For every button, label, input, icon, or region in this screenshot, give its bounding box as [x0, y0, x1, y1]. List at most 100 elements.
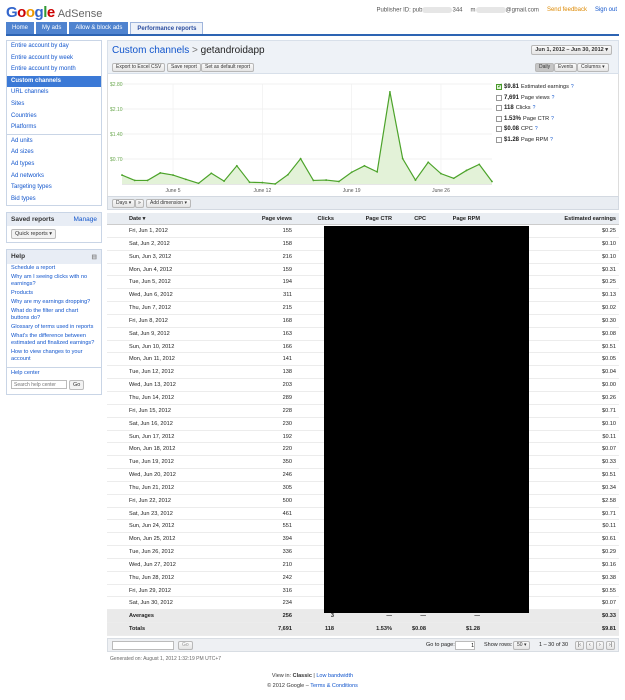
row-date: Tue, Jun 19, 2012 [129, 459, 174, 466]
legend-checkbox[interactable] [496, 126, 502, 133]
sidebar-item-ad-networks[interactable]: Ad networks [7, 171, 101, 183]
daily-button[interactable]: Daily [535, 63, 555, 72]
sidebar-item-bid-types[interactable]: Bid types [7, 194, 101, 206]
days-dropdown[interactable]: Days ▾ [112, 199, 136, 208]
export-csv-button[interactable]: Export to Excel CSV [112, 63, 166, 72]
sidebar-item-ad-units[interactable]: Ad units [7, 136, 101, 148]
rows-per-page-select[interactable]: 50 ▾ [513, 641, 531, 650]
set-default-report-button[interactable]: Set as default report [201, 63, 255, 72]
help-search-input[interactable] [11, 380, 67, 390]
legend-checkbox[interactable] [496, 94, 502, 101]
sidebar-item-entire-account-by-week[interactable]: Entire account by week [7, 53, 101, 65]
sidebar-item-ad-types[interactable]: Ad types [7, 159, 101, 171]
legend-checkbox[interactable] [496, 115, 502, 122]
filter-input[interactable] [112, 641, 174, 650]
earnings-chart[interactable]: $2.80 $2.10 $1.40 $0.70 June 5 June 12 June 19… [108, 74, 496, 196]
row-page-views: 163 [282, 330, 292, 337]
help-title: Help [11, 253, 26, 261]
sidebar-item-sites[interactable]: Sites [7, 99, 101, 111]
tab-performance-reports[interactable]: Performance reports [130, 22, 204, 34]
help-link[interactable]: Products [7, 289, 101, 298]
data-point [223, 180, 225, 183]
google-adsense-logo[interactable]: Google AdSense [6, 4, 102, 21]
tab-my-ads[interactable]: My ads [36, 22, 68, 34]
legend-item[interactable]: 7,691 Page views? [496, 93, 616, 104]
add-dimension-dropdown[interactable]: Add dimension ▾ [146, 199, 191, 208]
quick-reports-button[interactable]: Quick reports ▾ [11, 229, 56, 240]
next-page-icon[interactable]: › [596, 641, 604, 650]
publisher-id: Publisher ID: pub 344 [376, 7, 463, 14]
row-date: Thu, Jun 7, 2012 [129, 305, 171, 312]
sidebar-item-entire-account-by-month[interactable]: Entire account by month [7, 64, 101, 76]
help-icon[interactable]: ? [571, 84, 574, 90]
col-earnings-header[interactable]: Estimated earnings [483, 213, 619, 224]
row-page-views: 194 [282, 279, 292, 286]
help-link[interactable]: Glossary of terms used in reports [7, 323, 101, 332]
help-search-go-button[interactable]: Go [69, 380, 85, 391]
goto-page-input[interactable] [455, 641, 475, 650]
columns-button[interactable]: Columns ▾ [577, 63, 609, 72]
sidebar-item-url-channels[interactable]: URL channels [7, 87, 101, 99]
legend-label: Page views [521, 94, 550, 101]
col-date-header[interactable]: Date ▾ [107, 213, 207, 224]
legend-item[interactable]: $1.28 Page RPM? [496, 135, 616, 146]
sidebar-item-ad-sizes[interactable]: Ad sizes [7, 147, 101, 159]
legend-item[interactable]: $0.08 CPC? [496, 124, 616, 135]
sidebar-item-targeting-types[interactable]: Targeting types [7, 182, 101, 194]
legend-item[interactable]: $9.81Estimated earnings? [496, 82, 616, 93]
help-link[interactable]: How to view changes to your account [7, 348, 101, 364]
data-point [274, 183, 277, 185]
events-button[interactable]: Events [554, 63, 578, 72]
help-icon[interactable]: ? [552, 95, 555, 101]
col-clicks-header[interactable]: Clicks [295, 213, 337, 224]
send-feedback-link[interactable]: Send feedback [547, 7, 587, 13]
row-page-views: 551 [282, 523, 292, 530]
help-link[interactable]: What's the difference between estimated … [7, 332, 101, 348]
tab-allow-block-ads[interactable]: Allow & block ads [69, 22, 129, 34]
collapse-icon[interactable]: ⊟ [92, 253, 97, 261]
breadcrumb-custom-channels[interactable]: Custom channels [112, 45, 189, 56]
help-link[interactable]: Why am I seeing clicks with no earnings? [7, 273, 101, 289]
legend-checkbox[interactable] [496, 82, 503, 91]
help-link[interactable]: Why are my earnings dropping? [7, 298, 101, 307]
sidebar-item-entire-account-by-day[interactable]: Entire account by day [7, 41, 101, 53]
terms-link[interactable]: Terms & Conditions [310, 683, 358, 689]
redacted-text [475, 7, 506, 13]
sidebar-item-countries[interactable]: Countries [7, 111, 101, 123]
help-icon[interactable]: ? [535, 126, 538, 132]
col-cpc-header[interactable]: CPC [395, 213, 429, 224]
save-report-button[interactable]: Save report [167, 63, 201, 72]
row-date: Mon, Jun 18, 2012 [129, 446, 176, 453]
help-icon[interactable]: ? [551, 116, 554, 122]
legend-checkbox[interactable] [496, 105, 502, 112]
sign-out-link[interactable]: Sign out [595, 7, 617, 13]
col-ctr-header[interactable]: Page CTR [337, 213, 395, 224]
low-bandwidth-link[interactable]: Low bandwidth [316, 673, 353, 679]
row-date: Sun, Jun 3, 2012 [129, 253, 172, 260]
expand-icon[interactable]: » [135, 199, 144, 208]
legend-item[interactable]: 1.53% Page CTR? [496, 114, 616, 125]
help-icon[interactable]: ? [550, 137, 553, 143]
copyright: © 2012 Google – [267, 683, 309, 689]
help-center-link[interactable]: Help center [7, 369, 101, 378]
col-page-views-header[interactable]: Page views [207, 213, 295, 224]
first-page-icon[interactable]: |‹ [575, 641, 584, 650]
sidebar-item-platforms[interactable]: Platforms [7, 122, 101, 134]
col-rpm-header[interactable]: Page RPM [429, 213, 483, 224]
row-page-views: 234 [282, 600, 292, 607]
prev-page-icon[interactable]: ‹ [586, 641, 594, 650]
manage-link[interactable]: Manage [74, 216, 98, 223]
date-range-picker[interactable]: Jun 1, 2012 – Jun 30, 2012 ▾ [531, 45, 612, 55]
help-link[interactable]: What do the filter and chart buttons do? [7, 307, 101, 323]
legend-checkbox[interactable] [496, 136, 502, 143]
tab-home[interactable]: Home [6, 22, 35, 34]
filter-go-button[interactable]: Go [178, 641, 193, 650]
last-page-icon[interactable]: ›| [606, 641, 615, 650]
sidebar-item-custom-channels[interactable]: Custom channels [7, 75, 101, 88]
totals-page-views: 7,691 [278, 626, 292, 633]
logo-letter: g [34, 4, 44, 21]
help-icon[interactable]: ? [533, 105, 536, 111]
legend-item[interactable]: 118 Clicks? [496, 103, 616, 114]
help-link[interactable]: Schedule a report [7, 264, 101, 273]
publisher-id-tail: 344 [452, 7, 463, 14]
